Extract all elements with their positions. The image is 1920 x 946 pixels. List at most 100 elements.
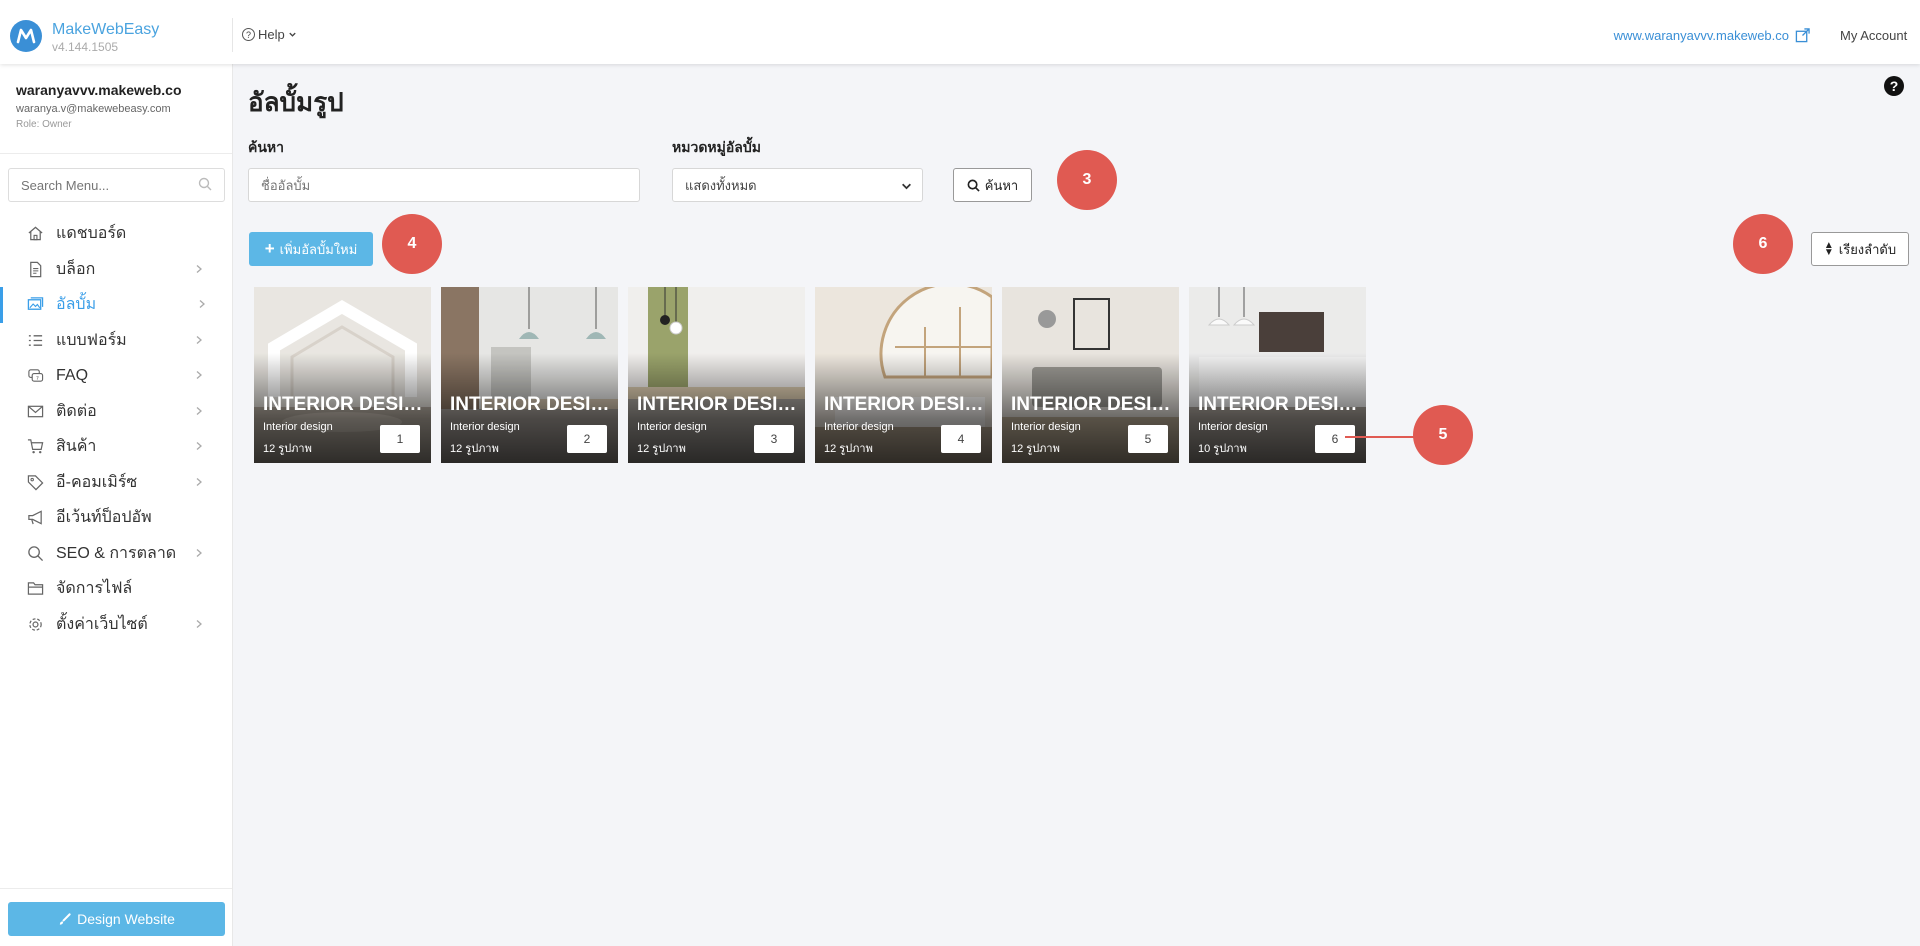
chevron-right-icon xyxy=(196,335,202,344)
makeweb-logo-icon[interactable] xyxy=(10,20,42,52)
album-photo-count: 12 รูปภาพ xyxy=(637,443,686,455)
megaphone-icon xyxy=(26,509,44,527)
sidebar-item-ecommerce[interactable]: อี-คอมเมิร์ซ xyxy=(0,465,232,501)
user-role: Role: Owner xyxy=(16,119,72,130)
my-account-menu[interactable]: My Account xyxy=(1840,28,1920,43)
album-card[interactable]: INTERIOR DESIGN Interior design 12 รูปภา… xyxy=(441,287,618,463)
album-category: Interior design xyxy=(263,421,333,433)
site-url-link[interactable]: www.waranyavvv.makeweb.co xyxy=(1614,28,1810,43)
search-label: ค้นหา xyxy=(248,139,285,155)
sidebar-item-faq[interactable]: ? FAQ xyxy=(0,358,232,394)
chevron-right-icon xyxy=(196,264,202,273)
chevron-down-icon xyxy=(902,183,911,190)
album-order-input[interactable]: 4 xyxy=(941,425,981,453)
plus-icon: + xyxy=(264,239,275,258)
sidebar-item-label: สินค้า xyxy=(56,438,97,456)
album-photo-count: 10 รูปภาพ xyxy=(1198,443,1247,455)
chevron-right-icon xyxy=(196,477,202,486)
sidebar-item-event-popup[interactable]: อีเว้นท์ป็อปอัพ xyxy=(0,500,232,536)
album-category: Interior design xyxy=(637,421,707,433)
album-title: INTERIOR DESIGN xyxy=(450,394,615,415)
top-bar: MakeWebEasy v4.144.1505 ? Help www.waran… xyxy=(0,0,1920,64)
sidebar-item-blog[interactable]: บล็อก xyxy=(0,252,232,288)
album-category-select[interactable]: แสดงทั้งหมด xyxy=(672,168,923,202)
sidebar: waranyavvv.makeweb.co waranya.v@makewebe… xyxy=(0,64,233,946)
chevron-right-icon xyxy=(196,619,202,628)
album-order-input[interactable]: 6 xyxy=(1315,425,1355,453)
album-card[interactable]: INTERIOR DESIGN Interior design 12 รูปภา… xyxy=(628,287,805,463)
album-photo-count: 12 รูปภาพ xyxy=(824,443,873,455)
sidebar-item-label: ติดต่อ xyxy=(56,402,97,420)
album-photo-count: 12 รูปภาพ xyxy=(450,443,499,455)
cart-icon xyxy=(26,438,44,456)
sidebar-item-dashboard[interactable]: แดชบอร์ด xyxy=(0,216,232,252)
album-card[interactable]: INTERIOR DESIGN Interior design 12 รูปภา… xyxy=(815,287,992,463)
album-title: INTERIOR DESIGN xyxy=(1198,394,1363,415)
add-album-button[interactable]: + เพิ่มอัลบั้มใหม่ xyxy=(249,232,373,266)
question-circle-icon[interactable]: ? xyxy=(1884,76,1904,96)
topbar-divider xyxy=(232,18,233,52)
sidebar-item-products[interactable]: สินค้า xyxy=(0,429,232,465)
paintbrush-icon xyxy=(59,912,71,925)
sidebar-item-seo-marketing[interactable]: SEO & การตลาด xyxy=(0,536,232,572)
callout-badge: 3 xyxy=(1057,150,1117,210)
question-circle-icon: ? xyxy=(242,28,255,41)
sidebar-item-label: จัดการไฟล์ xyxy=(56,580,133,598)
album-photo-count: 12 รูปภาพ xyxy=(1011,443,1060,455)
sidebar-item-label: ตั้งค่าเว็บไซต์ xyxy=(56,615,148,633)
add-album-label: เพิ่มอัลบั้มใหม่ xyxy=(279,241,358,257)
menu-search-input[interactable] xyxy=(8,168,225,202)
sort-order-button[interactable]: ▲ ▼ เรียงลำดับ xyxy=(1811,232,1909,266)
sidebar-item-label: อีเว้นท์ป็อปอัพ xyxy=(56,509,152,527)
album-card[interactable]: INTERIOR DESIGN Interior design 12 รูปภา… xyxy=(254,287,431,463)
form-list-icon xyxy=(26,331,44,349)
sidebar-divider xyxy=(0,888,232,889)
external-link-icon xyxy=(1795,28,1810,43)
sidebar-item-form[interactable]: แบบฟอร์ม xyxy=(0,323,232,359)
folder-icon xyxy=(26,580,44,598)
chevron-right-icon xyxy=(199,300,205,308)
sidebar-item-album[interactable]: อัลบั้ม xyxy=(0,287,232,323)
sidebar-menu: แดชบอร์ด บล็อก อัลบั้ม แบบฟอร์ม ? FAQ ติ… xyxy=(0,216,232,642)
home-icon xyxy=(26,225,44,243)
sidebar-item-contact[interactable]: ติดต่อ xyxy=(0,394,232,430)
svg-text:?: ? xyxy=(35,376,38,382)
design-website-label: Design Website xyxy=(77,911,175,927)
user-info: waranyavvv.makeweb.co waranya.v@makewebe… xyxy=(0,64,232,154)
album-card[interactable]: INTERIOR DESIGN Interior design 10 รูปภา… xyxy=(1189,287,1366,463)
album-category: Interior design xyxy=(450,421,520,433)
album-order-input[interactable]: 1 xyxy=(380,425,420,453)
album-name-search-input[interactable] xyxy=(248,168,640,202)
chevron-right-icon xyxy=(196,406,202,415)
album-order-input[interactable]: 2 xyxy=(567,425,607,453)
search-icon xyxy=(26,544,44,562)
album-order-input[interactable]: 5 xyxy=(1128,425,1168,453)
callout-badge: 5 xyxy=(1413,405,1473,465)
chevron-right-icon xyxy=(196,548,202,557)
gear-icon xyxy=(26,615,44,633)
sidebar-item-label: แบบฟอร์ม xyxy=(56,331,127,349)
sidebar-item-label: FAQ xyxy=(56,366,89,384)
page-title: อัลบั้มรูป xyxy=(248,87,344,117)
search-button[interactable]: ค้นหา xyxy=(953,168,1032,202)
sort-order-label: เรียงลำดับ xyxy=(1838,241,1897,257)
sidebar-item-site-settings[interactable]: ตั้งค่าเว็บไซต์ xyxy=(0,607,232,643)
help-menu[interactable]: ? Help xyxy=(242,27,297,42)
callout-leader-line xyxy=(1345,436,1415,438)
sidebar-item-label: อี-คอมเมิร์ซ xyxy=(56,473,138,491)
sort-icon: ▲ ▼ xyxy=(1823,240,1834,258)
chevron-right-icon xyxy=(196,371,202,379)
category-selected-value: แสดงทั้งหมด xyxy=(685,177,757,193)
sidebar-item-file-manager[interactable]: จัดการไฟล์ xyxy=(0,571,232,607)
design-website-button[interactable]: Design Website xyxy=(8,902,225,936)
search-button-label: ค้นหา xyxy=(984,177,1019,193)
album-category-label: หมวดหมู่อัลบั้ม xyxy=(672,139,761,155)
album-card[interactable]: INTERIOR DESIGN Interior design 12 รูปภา… xyxy=(1002,287,1179,463)
album-order-input[interactable]: 3 xyxy=(754,425,794,453)
chevron-down-icon xyxy=(289,32,296,37)
album-photo-count: 12 รูปภาพ xyxy=(263,443,312,455)
album-title: INTERIOR DESIGN xyxy=(263,394,428,415)
album-title: INTERIOR DESIGN xyxy=(637,394,802,415)
chevron-right-icon xyxy=(196,442,202,450)
sidebar-item-label: แดชบอร์ด xyxy=(56,225,127,243)
